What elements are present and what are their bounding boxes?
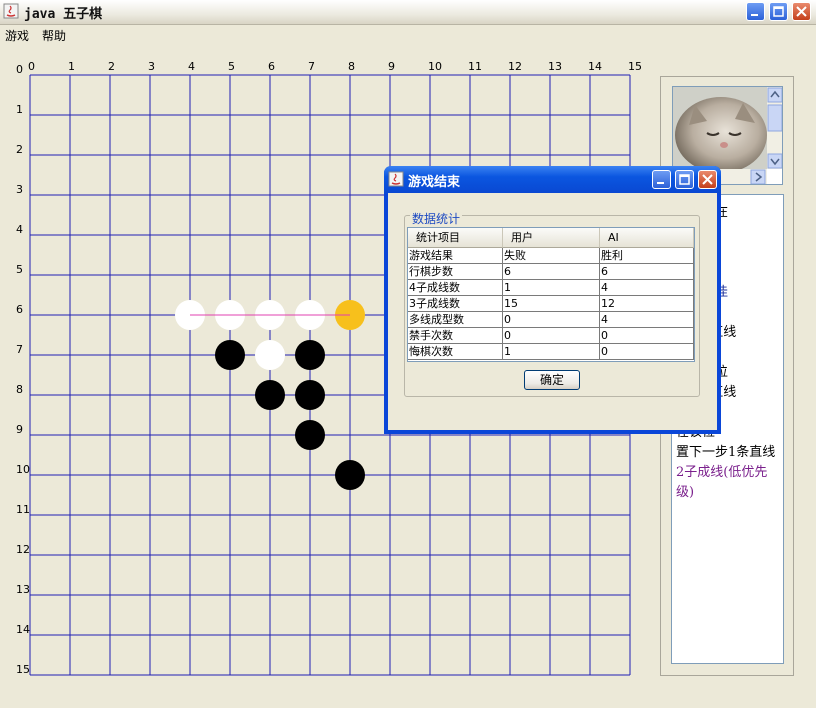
stone-black (335, 460, 365, 490)
table-cell: 胜利 (600, 248, 694, 264)
table-cell: 0 (503, 312, 600, 328)
stone-black (295, 420, 325, 450)
stone-black (215, 340, 245, 370)
row-label: 5 (16, 263, 23, 276)
table-cell: 0 (600, 328, 694, 344)
table-cell: 多线成型数 (408, 312, 503, 328)
row-label: 14 (16, 623, 30, 636)
row-label: 1 (16, 103, 23, 116)
col-label: 6 (268, 60, 275, 73)
table-cell: 12 (600, 296, 694, 312)
table-header[interactable]: 用户 (503, 228, 600, 248)
col-label: 9 (388, 60, 395, 73)
table-cell: 0 (503, 328, 600, 344)
ok-button[interactable]: 确定 (524, 370, 580, 390)
stone-black (295, 380, 325, 410)
col-label: 10 (428, 60, 442, 73)
analysis-line: 置下一步1条直线 (676, 445, 776, 460)
minimize-icon (657, 182, 664, 184)
stone-black (255, 380, 285, 410)
row-label: 10 (16, 463, 30, 476)
col-label: 7 (308, 60, 315, 73)
java-icon (3, 3, 19, 19)
col-label: 3 (148, 60, 155, 73)
stats-group-label: 数据统计 (410, 210, 463, 227)
stats-table: 统计项目 用户 AI 游戏结果 失败 胜利 行棋步数 6 6 4子成线数 1 4 3子成线数 15 12 多线… (407, 227, 695, 362)
row-label: 13 (16, 583, 30, 596)
col-label: 12 (508, 60, 522, 73)
close-button[interactable] (792, 2, 811, 21)
minimize-button[interactable] (746, 2, 765, 21)
menu-help[interactable]: 帮助 (42, 27, 66, 44)
row-label: 2 (16, 143, 23, 156)
table-cell: 15 (503, 296, 600, 312)
table-cell: 1 (503, 280, 600, 296)
col-label: 15 (628, 60, 642, 73)
table-header[interactable]: AI (600, 228, 694, 248)
table-cell: 6 (600, 264, 694, 280)
menu-bar: 游戏 帮助 (0, 25, 816, 44)
maximize-icon (773, 6, 784, 17)
table-cell: 0 (600, 344, 694, 360)
col-label: 8 (348, 60, 355, 73)
table-cell: 游戏结果 (408, 248, 503, 264)
table-cell: 失败 (503, 248, 600, 264)
maximize-icon (679, 174, 690, 185)
table-cell: 4子成线数 (408, 280, 503, 296)
col-label: 14 (588, 60, 602, 73)
table-cell: 悔棋次数 (408, 344, 503, 360)
row-label: 15 (16, 663, 30, 676)
row-label: 8 (16, 383, 23, 396)
table-cell: 禁手次数 (408, 328, 503, 344)
stone-white (255, 340, 285, 370)
row-label: 7 (16, 343, 23, 356)
dialog-maximize-button[interactable] (675, 170, 694, 189)
analysis-line: 级) (676, 485, 695, 500)
table-header[interactable]: 统计项目 (408, 228, 503, 248)
col-label: 11 (468, 60, 482, 73)
row-label: 6 (16, 303, 23, 316)
col-label: 13 (548, 60, 562, 73)
dialog-titlebar[interactable]: 游戏结束 (384, 166, 721, 193)
analysis-line: 2子成线(低优先 (676, 465, 768, 480)
table-cell: 4 (600, 280, 694, 296)
row-label: 3 (16, 183, 23, 196)
table-cell: 3子成线数 (408, 296, 503, 312)
table-cell: 行棋步数 (408, 264, 503, 280)
close-icon (796, 6, 807, 17)
dialog-minimize-button[interactable] (652, 170, 671, 189)
col-label: 4 (188, 60, 195, 73)
window-titlebar[interactable]: java 五子棋 (0, 0, 816, 25)
close-icon (702, 174, 713, 185)
table-cell: 4 (600, 312, 694, 328)
window-title: java 五子棋 (24, 7, 103, 22)
row-label: 0 (16, 63, 23, 76)
stone-black (295, 340, 325, 370)
dialog-body: 数据统计 统计项目 用户 AI 游戏结果 失败 胜利 行棋步数 6 6 4子成线数 1 4 3子成线数 1… (388, 193, 717, 430)
row-label: 11 (16, 503, 30, 516)
java-icon (388, 171, 404, 187)
table-cell: 1 (503, 344, 600, 360)
table-cell: 6 (503, 264, 600, 280)
minimize-icon (751, 14, 758, 16)
row-label: 9 (16, 423, 23, 436)
dialog-close-button[interactable] (698, 170, 717, 189)
col-label: 0 (28, 60, 35, 73)
row-label: 12 (16, 543, 30, 556)
game-over-dialog: 游戏结束 数据统计 统计项目 用户 AI 游戏结果 失败 胜利 行棋步数 6 6 4子成线数 1 4 3… (384, 166, 721, 434)
maximize-button[interactable] (769, 2, 788, 21)
row-label: 4 (16, 223, 23, 236)
menu-game[interactable]: 游戏 (5, 27, 29, 44)
col-label: 2 (108, 60, 115, 73)
dialog-title: 游戏结束 (408, 175, 461, 190)
col-label: 5 (228, 60, 235, 73)
col-label: 1 (68, 60, 75, 73)
